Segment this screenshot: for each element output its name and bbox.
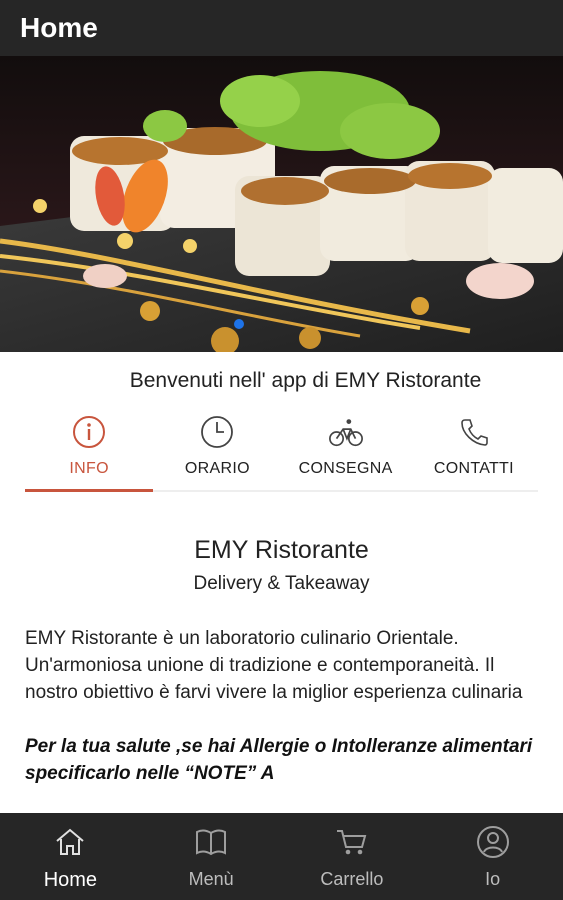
info-content: EMY Ristorante Delivery & Takeaway EMY R… bbox=[25, 536, 538, 787]
phone-icon bbox=[456, 414, 492, 450]
nav-profile[interactable]: Io bbox=[422, 813, 563, 900]
nav-profile-label: Io bbox=[485, 869, 501, 889]
tab-info[interactable]: INFO bbox=[25, 406, 153, 492]
sushi-photo bbox=[0, 56, 563, 352]
tab-contatti-label: CONTATTI bbox=[433, 460, 514, 477]
tab-orario[interactable]: ORARIO bbox=[153, 406, 281, 490]
tab-consegna[interactable]: CONSEGNA bbox=[282, 406, 410, 490]
clock-icon bbox=[199, 414, 235, 450]
home-icon bbox=[53, 825, 87, 859]
bicycle-icon bbox=[328, 414, 364, 450]
user-icon bbox=[476, 825, 510, 859]
nav-menu-label: Menù bbox=[188, 869, 234, 889]
restaurant-subtitle: Delivery & Takeaway bbox=[193, 573, 370, 594]
book-icon bbox=[194, 825, 228, 859]
tab-info-label: INFO bbox=[69, 460, 109, 477]
welcome-text: Benvenuti nell' app di EMY Ristorante bbox=[129, 369, 482, 392]
info-icon bbox=[71, 414, 107, 450]
nav-home-label: Home bbox=[43, 869, 98, 891]
carousel-indicator-dot[interactable] bbox=[234, 319, 244, 329]
info-tabs: INFO ORARIO CONSEGNA CONTATTI bbox=[25, 406, 538, 492]
allergy-note: Per la tua salute ,se hai Allergie o Int… bbox=[25, 736, 533, 784]
nav-cart[interactable]: Carrello bbox=[282, 813, 423, 900]
tab-orario-label: ORARIO bbox=[184, 460, 250, 477]
page-title: Home bbox=[20, 12, 98, 43]
nav-home[interactable]: Home bbox=[0, 813, 141, 900]
restaurant-description: EMY Ristorante è un laboratorio culinari… bbox=[25, 628, 523, 703]
tab-consegna-label: CONSEGNA bbox=[298, 460, 393, 477]
restaurant-name: EMY Ristorante bbox=[194, 536, 369, 564]
app-bar: Home bbox=[0, 0, 563, 56]
cart-icon bbox=[335, 825, 369, 859]
nav-menu[interactable]: Menù bbox=[141, 813, 282, 900]
bottom-navigation: Home Menù Carrello Io bbox=[0, 813, 563, 900]
hero-image[interactable] bbox=[0, 56, 563, 352]
active-tab-indicator bbox=[25, 489, 153, 492]
tab-contatti[interactable]: CONTATTI bbox=[410, 406, 538, 490]
nav-cart-label: Carrello bbox=[320, 869, 384, 889]
